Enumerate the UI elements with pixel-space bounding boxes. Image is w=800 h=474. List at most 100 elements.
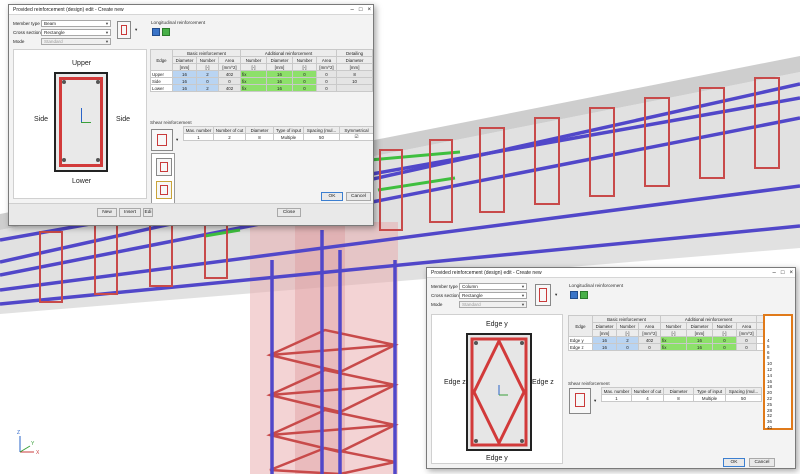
cross-section-select[interactable]: Rectangle ▼: [41, 29, 111, 36]
section-thumbnail[interactable]: [117, 21, 131, 39]
minimize-icon[interactable]: –: [351, 7, 354, 13]
rebar-dot: [96, 80, 100, 84]
add-row-icon[interactable]: [570, 291, 578, 299]
thumbnail-dropdown-icon[interactable]: ▾: [135, 27, 137, 33]
header-det-diameter: Diameter: [336, 56, 373, 64]
shear-table[interactable]: Max. number Number of cut Diameter Type …: [183, 126, 373, 141]
shear-thumbnail[interactable]: [151, 129, 173, 151]
cell-shear-diameter[interactable]: 8: [245, 133, 274, 141]
table-row[interactable]: 1 2 8 Multiple 50 ☑: [183, 133, 373, 141]
detailing-option[interactable]: 40: [765, 425, 791, 431]
table-row[interactable]: Upper 16 2 402 fix 16 0 0 8: [150, 70, 373, 78]
shear-option-1[interactable]: [156, 158, 172, 176]
add-row-icon[interactable]: [152, 28, 160, 36]
cell-spacing[interactable]: 50: [303, 133, 340, 141]
cell-diameter[interactable]: 16: [172, 70, 197, 78]
cell-add-count[interactable]: 0: [712, 343, 737, 351]
cell-add-number[interactable]: fix: [660, 343, 687, 351]
thumbnail-dropdown-icon[interactable]: ▾: [555, 292, 557, 298]
mode-select[interactable]: Standard ▼: [41, 38, 111, 45]
header-edge: Edge: [150, 49, 173, 71]
cell-diameter[interactable]: 16: [172, 84, 197, 92]
cross-section-select[interactable]: Rectangle ▼: [459, 292, 527, 299]
header-number: Number: [196, 56, 219, 64]
header-additional: Additional reinforcement: [239, 49, 338, 57]
dialog-column[interactable]: Provided reinforcement (design) edit - C…: [426, 267, 796, 469]
longitudinal-table[interactable]: Edge Basic reinforcement Additional rein…: [150, 49, 373, 92]
member-type-label: Member type: [13, 21, 40, 26]
cell-number[interactable]: 2: [196, 70, 219, 78]
cell-max-number[interactable]: 1: [183, 133, 214, 141]
close-icon[interactable]: ×: [789, 270, 793, 276]
shear-dropdown-icon[interactable]: ▾: [594, 398, 596, 404]
cell-add-diameter[interactable]: 16: [686, 343, 713, 351]
cell-add-number[interactable]: fix: [240, 77, 267, 85]
cell-type-of-input[interactable]: Multiple: [273, 133, 304, 141]
shear-option-2[interactable]: [156, 181, 172, 199]
cell-diameter[interactable]: 16: [172, 77, 197, 85]
dialog-title-bar[interactable]: Provided reinforcement (design) edit - C…: [9, 5, 373, 15]
table-row[interactable]: Lower 16 2 402 fix 16 0 0: [150, 84, 373, 92]
edit-rows-icon[interactable]: [162, 28, 170, 36]
cell-type-of-input[interactable]: Multiple: [693, 394, 726, 402]
cell-add-diameter[interactable]: 16: [686, 336, 713, 344]
cell-detailing[interactable]: 8: [336, 70, 373, 78]
close-icon[interactable]: ×: [367, 7, 371, 13]
ok-button[interactable]: OK: [723, 458, 745, 467]
member-type-select[interactable]: Column ▼: [459, 283, 527, 290]
symmetrical-checkbox[interactable]: ☑: [339, 133, 373, 141]
shear-dropdown-icon[interactable]: ▾: [176, 137, 178, 143]
shear-table[interactable]: Max. number Number of cut Diameter Type …: [601, 387, 762, 402]
table-row[interactable]: 1 4 8 Multiple 50: [601, 394, 762, 402]
edit-rows-icon[interactable]: [580, 291, 588, 299]
table-row[interactable]: Side 16 0 0 fix 16 0 0 10: [150, 77, 373, 85]
cell-add-count[interactable]: 0: [292, 70, 317, 78]
cell-add-count[interactable]: 0: [292, 77, 317, 85]
cell-add-number[interactable]: fix: [240, 84, 267, 92]
cell-add-number[interactable]: fix: [660, 336, 687, 344]
cell-diameter[interactable]: 16: [592, 336, 617, 344]
cell-number[interactable]: 0: [196, 77, 219, 85]
dialog-beam[interactable]: Provided reinforcement (design) edit - C…: [8, 4, 374, 226]
member-type-select[interactable]: Beam ▼: [41, 20, 111, 27]
cell-number[interactable]: 2: [196, 84, 219, 92]
cell-add-count[interactable]: 0: [292, 84, 317, 92]
close-button[interactable]: Close: [277, 208, 301, 217]
cell-number[interactable]: 0: [616, 343, 639, 351]
new-button[interactable]: New: [97, 208, 117, 217]
cancel-button[interactable]: Cancel: [749, 458, 775, 467]
cell-number-of-cut[interactable]: 4: [631, 394, 664, 402]
cell-add-area: 0: [315, 84, 338, 92]
cell-add-count[interactable]: 0: [712, 336, 737, 344]
mode-select[interactable]: Standard ▼: [459, 301, 527, 308]
cell-detailing[interactable]: [336, 84, 373, 92]
maximize-icon[interactable]: □: [359, 7, 363, 13]
minimize-icon[interactable]: –: [773, 270, 776, 276]
cell-max-number[interactable]: 1: [601, 394, 632, 402]
cell-add-diameter[interactable]: 16: [266, 77, 293, 85]
cell-add-number[interactable]: fix: [240, 70, 267, 78]
dialog-title-bar[interactable]: Provided reinforcement (design) edit - C…: [427, 268, 795, 278]
cell-add-diameter[interactable]: 16: [266, 70, 293, 78]
ok-button[interactable]: OK: [321, 192, 343, 201]
cell-diameter[interactable]: 16: [592, 343, 617, 351]
section-thumbnail[interactable]: [535, 284, 551, 306]
header-additional: Additional reinforcement: [659, 315, 758, 323]
detailing-options-list[interactable]: 4 5 6 8 10 12 14 16 18 20 22 25 28 32 36 40: [765, 338, 791, 431]
longitudinal-table[interactable]: Edge Basic reinforcement Additional rein…: [568, 315, 792, 351]
cell-add-diameter[interactable]: 16: [266, 84, 293, 92]
cell-spacing[interactable]: 50: [725, 394, 762, 402]
cell-number[interactable]: 2: [616, 336, 639, 344]
table-row[interactable]: Edge y 16 2 402 fix 16 0 0 10: [568, 336, 792, 344]
cell-detailing[interactable]: 10: [336, 77, 373, 85]
shear-thumbnail[interactable]: [569, 388, 591, 414]
cancel-button[interactable]: Cancel: [346, 192, 371, 201]
maximize-icon[interactable]: □: [781, 270, 785, 276]
table-row[interactable]: Edge z 16 0 0 fix 16 0 0: [568, 343, 792, 351]
cell-number-of-cut[interactable]: 2: [213, 133, 246, 141]
insert-button[interactable]: Insert: [119, 208, 141, 217]
cell-add-area: 0: [315, 70, 338, 78]
cell-shear-diameter[interactable]: 8: [663, 394, 694, 402]
edit-button[interactable]: Edi: [143, 208, 153, 217]
detailing-dropdown[interactable]: 4 5 6 8 10 12 14 16 18 20 22 25 28 32 36 40: [763, 314, 793, 430]
